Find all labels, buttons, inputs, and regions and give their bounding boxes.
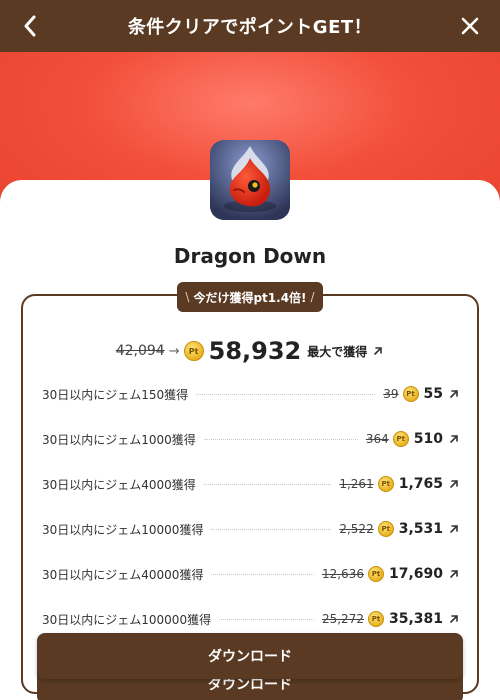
top-bar: 条件クリアでポイントGET！: [0, 0, 500, 52]
external-link-icon: [450, 435, 458, 443]
reward-new-value: 1,765: [398, 476, 443, 492]
dotted-leader: [203, 438, 358, 440]
page-title: 条件クリアでポイントGET！: [127, 17, 373, 38]
reward-row[interactable]: 30日以内にジェム4000獲得 1,261 Pt 1,765: [42, 473, 460, 495]
reward-old-value: 12,636: [321, 567, 364, 581]
external-link-icon: [450, 615, 458, 623]
app-icon: [210, 140, 290, 220]
dotted-leader: [211, 573, 314, 575]
point-coin-icon: Pt: [367, 611, 384, 627]
chevron-left-icon: [24, 15, 36, 37]
badge-slash-right: /: [310, 290, 315, 304]
close-button[interactable]: [456, 12, 484, 40]
dotted-leader: [203, 483, 332, 485]
dotted-leader: [211, 528, 332, 530]
dotted-leader: [196, 393, 376, 395]
total-points[interactable]: 42,094 → Pt 58,932 最大で獲得: [0, 336, 500, 366]
reward-row[interactable]: 30日以内にジェム100000獲得 25,272 Pt 35,381: [42, 608, 460, 630]
reward-old-value: 1,261: [339, 477, 374, 491]
dragon-mascot-icon: [210, 140, 290, 220]
reward-label: 30日以内にジェム4000獲得: [42, 477, 196, 492]
reward-new-value: 510: [413, 431, 443, 447]
reward-old-value: 364: [365, 432, 389, 446]
point-coin-icon: Pt: [377, 476, 394, 492]
close-icon: [461, 17, 479, 35]
point-coin-icon: Pt: [377, 521, 394, 537]
reward-new-value: 3,531: [398, 521, 443, 537]
badge-text: 今だけ獲得pt1.4倍!: [193, 290, 307, 305]
reward-row[interactable]: 30日以内にジェム1000獲得 364 Pt 510: [42, 428, 460, 450]
reward-label: 30日以内にジェム100000獲得: [42, 612, 212, 627]
total-suffix: 最大で獲得: [307, 344, 368, 359]
reward-row[interactable]: 30日以内にジェム40000獲得 12,636 Pt 17,690: [42, 563, 460, 585]
arrow-right-icon: →: [168, 343, 180, 359]
point-coin-icon: Pt: [392, 431, 409, 447]
point-coin-icon: Pt: [367, 566, 384, 582]
back-button[interactable]: [16, 12, 44, 40]
app-name: Dragon Down: [173, 244, 327, 268]
download-label: ダウンロード: [208, 649, 292, 665]
reward-row[interactable]: 30日以内にジェム10000獲得 2,522 Pt 3,531: [42, 518, 460, 540]
reward-new-value: 35,381: [388, 611, 443, 627]
external-link-icon: [450, 525, 458, 533]
external-link-icon: [450, 570, 458, 578]
reward-label: 30日以内にジェム150獲得: [42, 387, 189, 402]
point-coin-icon: Pt: [183, 341, 204, 361]
reward-row[interactable]: 30日以内にジェム150獲得 39 Pt 55: [42, 383, 460, 405]
badge-slash-left: \: [185, 290, 190, 304]
reward-new-value: 55: [423, 386, 443, 402]
reward-label: 30日以内にジェム1000獲得: [42, 432, 196, 447]
reward-label: 30日以内にジェム10000獲得: [42, 522, 204, 537]
reward-old-value: 39: [383, 387, 399, 401]
reward-new-value: 17,690: [388, 566, 443, 582]
reward-label: 30日以内にジェム40000獲得: [42, 567, 204, 582]
reward-old-value: 2,522: [339, 522, 374, 536]
external-link-icon: [450, 390, 458, 398]
dotted-leader: [219, 618, 314, 620]
external-link-icon: [450, 480, 458, 488]
reward-old-value: 25,272: [321, 612, 364, 626]
total-new-value: 58,932: [208, 337, 302, 365]
bonus-badge: \ 今だけ獲得pt1.4倍! /: [177, 282, 323, 312]
point-coin-icon: Pt: [402, 386, 419, 402]
external-link-icon: [374, 347, 383, 355]
download-button[interactable]: ダウンロード: [37, 633, 463, 679]
total-old-value: 42,094: [115, 343, 165, 359]
